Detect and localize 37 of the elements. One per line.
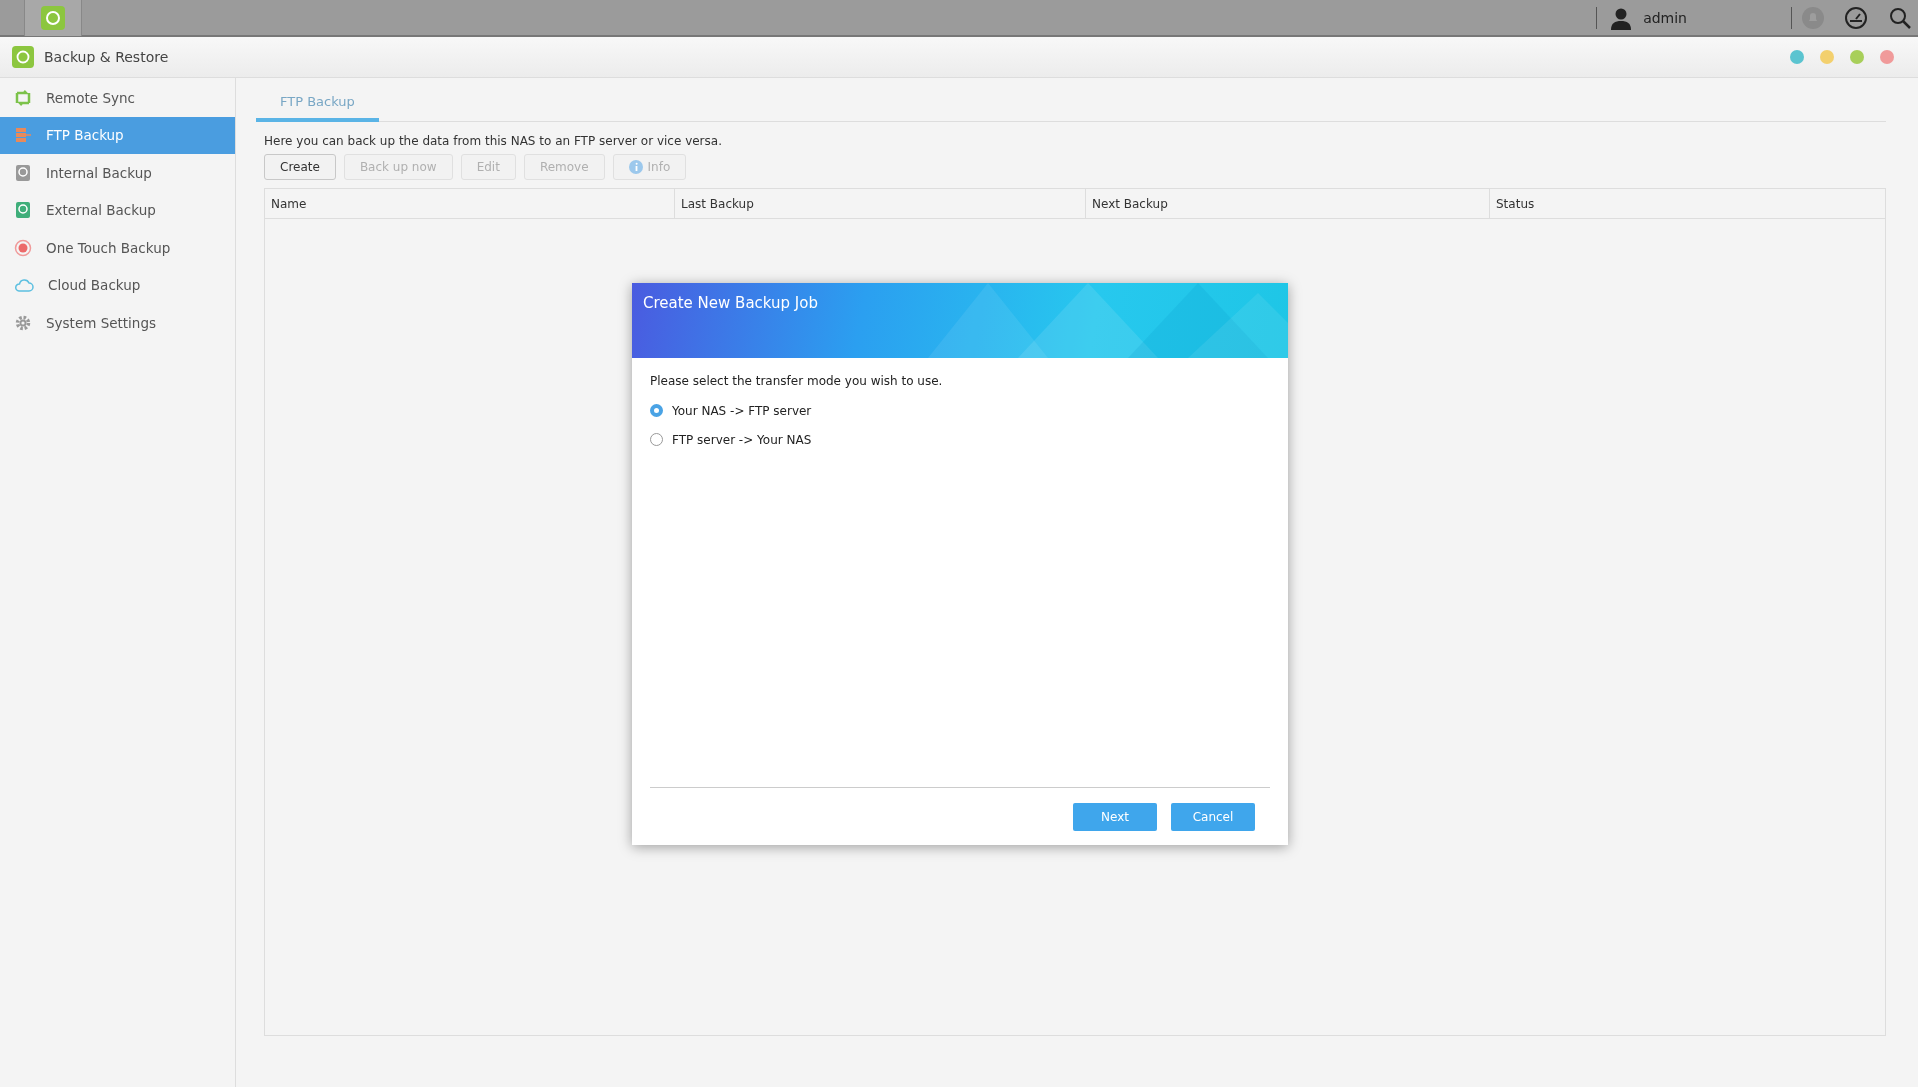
radio-label[interactable]: Your NAS -> FTP server — [672, 403, 812, 418]
sidebar-item[interactable]: External Backup — [0, 191, 235, 229]
column-header[interactable]: Status — [1490, 189, 1885, 218]
window-control-dot[interactable] — [1790, 50, 1804, 64]
target-icon — [14, 238, 32, 257]
app-logo-icon — [41, 5, 65, 30]
app-title: Backup & Restore — [44, 49, 169, 65]
app-launcher-tab[interactable] — [24, 0, 82, 36]
toolbar-button[interactable]: Create — [264, 154, 336, 180]
server-icon — [14, 126, 32, 145]
sidebar-item[interactable]: Remote Sync — [0, 79, 235, 117]
search-icon[interactable] — [1888, 5, 1912, 30]
column-header[interactable]: Name — [265, 189, 675, 218]
radio-label[interactable]: FTP server -> Your NAS — [672, 432, 812, 447]
sidebar-item[interactable]: Internal Backup — [0, 154, 235, 192]
window-control-dot[interactable] — [1880, 50, 1894, 64]
cloud-icon — [14, 277, 34, 294]
radio-button[interactable] — [650, 433, 663, 446]
radio-button[interactable] — [650, 404, 663, 417]
dialog-prompt: Please select the transfer mode you wish to use. — [650, 374, 944, 388]
gauge-icon[interactable] — [1844, 5, 1868, 30]
window-control-dot[interactable] — [1820, 50, 1834, 64]
settings-icon — [14, 313, 32, 332]
sidebar-item[interactable]: Cloud Backup — [0, 266, 235, 304]
column-header[interactable]: Last Backup — [675, 189, 1086, 218]
sync-icon — [14, 88, 32, 107]
window-control-dot[interactable] — [1850, 50, 1864, 64]
user-name[interactable]: admin — [1643, 9, 1687, 26]
drive-icon — [14, 201, 32, 220]
app-logo-icon — [12, 46, 34, 68]
dialog-title: Create New Backup Job — [643, 294, 818, 312]
column-header[interactable]: Next Backup — [1086, 189, 1490, 218]
info-icon — [628, 160, 643, 174]
description-text: Here you can back up the data from this NAS to an FTP server or vice versa. — [264, 134, 723, 148]
sidebar-item[interactable]: One Touch Backup — [0, 229, 235, 267]
sidebar-item[interactable]: System Settings — [0, 304, 235, 342]
drive-icon — [14, 163, 32, 182]
